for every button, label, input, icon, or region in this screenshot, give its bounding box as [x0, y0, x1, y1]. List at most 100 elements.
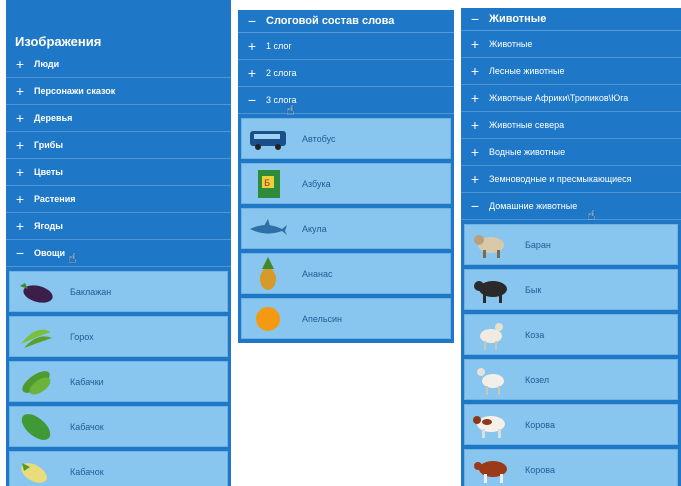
card-squash[interactable]: Кабачок [9, 451, 228, 486]
card-label: Козел [525, 374, 550, 385]
card-cucumber[interactable]: Кабачок [9, 406, 228, 447]
expand-icon: + [470, 144, 480, 160]
category-label: Животные Африки\Тропиков\Юга [489, 93, 629, 103]
images-category-panel: Изображения + Люди + Персонажи сказок + Дер… [6, 0, 231, 486]
card-zucchini[interactable]: Кабачки [9, 361, 228, 402]
goat-icon [471, 319, 511, 351]
collapse-icon: − [470, 198, 480, 214]
expand-icon: + [15, 164, 25, 180]
category-label: Люди [34, 59, 60, 69]
category-amphibians-reptiles[interactable]: + Земноводные и пресмыкающиеся [461, 166, 681, 193]
category-label: Цветы [34, 167, 63, 177]
category-north-animals[interactable]: + Животные севера [461, 112, 681, 139]
collapse-icon: − [247, 13, 257, 29]
bull-icon [471, 274, 511, 306]
category-flowers[interactable]: + Цветы [6, 159, 231, 186]
squash-icon [16, 456, 56, 486]
category-label: Ягоды [34, 221, 63, 231]
category-label: Лесные животные [489, 66, 565, 76]
eggplant-icon [16, 276, 56, 308]
category-label: Грибы [34, 140, 64, 150]
category-2-syllables[interactable]: +2 слога [238, 60, 454, 87]
category-plants[interactable]: + Растения [6, 186, 231, 213]
shark-icon [248, 213, 288, 245]
expand-icon: + [15, 218, 25, 234]
category-trees[interactable]: + Деревья [6, 105, 231, 132]
category-water-animals[interactable]: + Водные животные [461, 139, 681, 166]
card-label: Баклажан [70, 286, 112, 297]
card-peas[interactable]: Горох [9, 316, 228, 357]
category-label: Деревья [34, 113, 73, 123]
category-3-syllables[interactable]: −3 слога [238, 87, 454, 114]
category-label: Водные животные [489, 147, 566, 157]
panel-title: Изображения [15, 34, 102, 49]
category-forest-animals[interactable]: + Лесные животные [461, 58, 681, 85]
alphabet-book-icon: Б [248, 168, 288, 200]
category-africa-animals[interactable]: + Животные Африки\Тропиков\Юга [461, 85, 681, 112]
card-label: Корова [525, 464, 555, 475]
card-label: Азбука [302, 178, 331, 189]
billy-goat-icon [471, 364, 511, 396]
hand-cursor-icon: ☝ [68, 250, 77, 266]
card-goat[interactable]: Коза [464, 314, 678, 355]
card-bus[interactable]: Автобус [241, 118, 451, 159]
card-orange[interactable]: Апельсин [241, 298, 451, 339]
expand-icon: + [15, 137, 25, 153]
card-pineapple[interactable]: Ананас [241, 253, 451, 294]
card-label: Кабачок [70, 466, 104, 477]
category-label: 1 слог [266, 41, 292, 51]
card-label: Баран [525, 239, 551, 250]
card-alphabet-book[interactable]: Б Азбука [241, 163, 451, 204]
category-people[interactable]: + Люди [6, 51, 231, 78]
category-animals[interactable]: + Животные [461, 31, 681, 58]
card-label: Корова [525, 419, 555, 430]
category-label: 2 слога [266, 68, 297, 78]
collapse-icon: − [470, 11, 480, 27]
card-billy-goat[interactable]: Козел [464, 359, 678, 400]
cow-icon [471, 409, 511, 441]
category-label: Животные севера [489, 120, 565, 130]
card-label: Апельсин [302, 313, 343, 324]
card-label: Акула [302, 223, 327, 234]
card-eggplant[interactable]: Баклажан [9, 271, 228, 312]
card-label: Бык [525, 284, 542, 295]
card-bull[interactable]: Бык [464, 269, 678, 310]
category-label: Растения [34, 194, 76, 204]
category-berries[interactable]: + Ягоды [6, 213, 231, 240]
category-label: Домашние животные [489, 201, 578, 211]
vegetables-card-list: Баклажан Горох Кабачки Кабачок Кабачок [6, 267, 231, 486]
card-shark[interactable]: Акула [241, 208, 451, 249]
card-ram[interactable]: Баран [464, 224, 678, 265]
category-label: Земноводные и пресмыкающиеся [489, 174, 632, 184]
card-cow[interactable]: Корова [464, 404, 678, 445]
category-vegetables[interactable]: − Овощи [6, 240, 231, 267]
svg-text:Б: Б [264, 179, 270, 189]
expand-icon: + [470, 171, 480, 187]
category-1-syllable[interactable]: +1 слог [238, 33, 454, 60]
collapse-icon: − [247, 92, 257, 108]
hand-cursor-icon: ☝ [587, 207, 596, 223]
expand-icon: + [247, 65, 257, 81]
category-label: Животные [489, 39, 533, 49]
expand-icon: + [15, 56, 25, 72]
card-label: Коза [525, 329, 545, 340]
expand-icon: + [247, 38, 257, 54]
expand-icon: + [470, 63, 480, 79]
category-fairy-characters[interactable]: + Персонажи сказок [6, 78, 231, 105]
header-label: Животные [489, 13, 547, 25]
hand-cursor-icon: ☝ [286, 102, 295, 118]
syllable-header[interactable]: − Слоговой состав слова [238, 10, 454, 33]
zucchini-icon [16, 366, 56, 398]
animals-header[interactable]: − Животные [461, 8, 681, 31]
category-domestic-animals[interactable]: − Домашние животные [461, 193, 681, 220]
brown-cow-icon [471, 454, 511, 486]
expand-icon: + [470, 117, 480, 133]
card-label: Кабачки [70, 376, 104, 387]
expand-icon: + [15, 83, 25, 99]
header-label: Слоговой состав слова [266, 15, 395, 27]
category-mushrooms[interactable]: + Грибы [6, 132, 231, 159]
card-brown-cow[interactable]: Корова [464, 449, 678, 486]
expand-icon: + [15, 110, 25, 126]
bus-icon [248, 123, 288, 155]
card-label: Ананас [302, 268, 333, 279]
